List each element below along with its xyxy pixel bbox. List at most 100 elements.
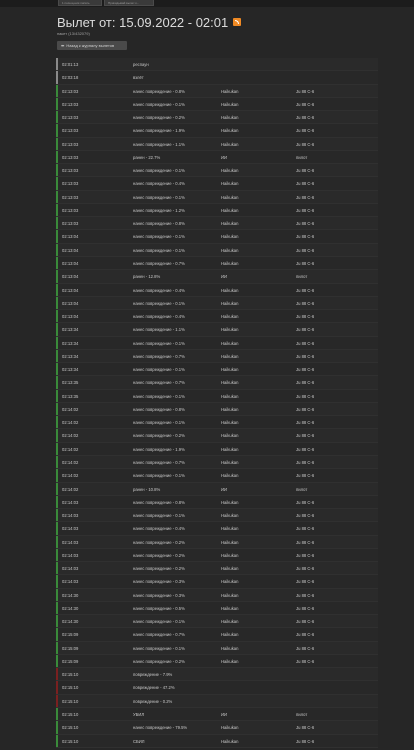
event-description: нанес повреждение - 0.4% <box>133 287 185 293</box>
event-time: 02:13:03 <box>62 194 79 200</box>
browser-tab[interactable]: 1 посещ-ния писать <box>58 0 102 6</box>
event-target: Ju 88 C-6 <box>296 194 315 200</box>
event-actor: Haikukan <box>221 433 239 439</box>
table-row: 02:14:03 нанес повреждение - 0.2% Haikukan… <box>56 548 378 563</box>
event-actor: Haikukan <box>221 380 239 386</box>
status-indicator <box>56 509 58 522</box>
table-row: 02:13:03 нанес повреждение - 0.4% Haikukan… <box>56 177 378 191</box>
table-row: 02:13:35 нанес повреждение - 0.1% Haikukan… <box>56 389 378 403</box>
table-row: 02:15:10 СБИЛ Haikukan Ju 88 C-6 <box>56 734 378 748</box>
browser-tab-strip: 1 посещ-ния писать Прикидывай вылет к... <box>0 0 414 7</box>
event-time: 02:14:02 <box>62 433 79 439</box>
event-description: нанес повреждение - 0.4% <box>133 181 185 187</box>
table-row: 02:15:10 повреждение - 7.9% <box>56 668 378 682</box>
event-target: Ju 88 C-6 <box>296 658 315 664</box>
table-row: 02:13:03 нанес повреждение - 1.2% Haikukan… <box>56 203 378 218</box>
event-target: Ju 88 C-6 <box>296 738 315 744</box>
event-actor: Haikukan <box>221 632 239 638</box>
status-indicator <box>56 243 58 256</box>
event-actor: Haikukan <box>221 234 239 240</box>
event-time: 02:15:10 <box>62 672 79 678</box>
table-row: 02:14:02 нанес повреждение - 0.1% Haikukan… <box>56 416 378 430</box>
event-time: 02:14:02 <box>62 406 79 412</box>
event-description: нанес повреждение - 0.8% <box>133 406 185 412</box>
event-time: 02:13:03 <box>62 168 79 174</box>
event-actor: Haikukan <box>221 115 239 121</box>
event-description: нанес повреждение - 0.2% <box>133 658 185 664</box>
event-time: 02:01:13 <box>62 62 79 67</box>
back-button[interactable]: ⬅ Назад к журналу вылетов <box>57 41 127 50</box>
table-row: 02:01:13 респаун <box>56 58 378 72</box>
table-row: 02:14:02 нанес повреждение - 0.1% Haikukan… <box>56 469 378 483</box>
status-indicator <box>56 97 58 111</box>
event-time: 02:13:04 <box>62 300 79 306</box>
table-row: 02:13:04 нанес повреждение - 0.4% Haikukan… <box>56 310 378 324</box>
event-description: ранен - 10.8% <box>133 486 161 492</box>
event-time: 02:13:34 <box>62 327 79 333</box>
event-time: 02:13:34 <box>62 353 79 359</box>
event-description: нанес повреждение - 0.7% <box>133 632 185 638</box>
table-row: 02:15:10 УБИЛ ИИ пилот <box>56 708 378 722</box>
event-description: нанес повреждение - 0.7% <box>133 459 185 465</box>
event-time: 02:14:03 <box>62 579 79 585</box>
table-row: 02:14:02 ранен - 10.8% ИИ пилот <box>56 482 378 496</box>
event-actor: Haikukan <box>221 725 239 731</box>
event-time: 02:13:34 <box>62 367 79 373</box>
table-row: 02:14:03 нанес повреждение - 0.8% Haikukan… <box>56 495 378 510</box>
status-indicator <box>56 376 58 389</box>
table-row: 02:15:10 повреждение - 47.2% <box>56 681 378 695</box>
event-actor: Haikukan <box>221 420 239 426</box>
event-actor: Haikukan <box>221 314 239 320</box>
event-actor: Haikukan <box>221 287 239 293</box>
event-target: Ju 88 C-6 <box>296 207 315 213</box>
status-indicator <box>56 124 58 137</box>
status-indicator <box>56 721 58 734</box>
event-time: 02:13:03 <box>62 101 79 107</box>
status-indicator <box>56 734 58 747</box>
event-description: нанес повреждение - 0.8% <box>133 221 185 227</box>
event-target: Ju 88 C-6 <box>296 725 315 731</box>
event-description: нанес повреждение - 0.5% <box>133 605 185 611</box>
event-target: Ju 88 C-6 <box>296 247 315 253</box>
event-target: Ju 88 C-6 <box>296 539 315 545</box>
table-row: 02:15:10 повреждение - 0.2% <box>56 694 378 709</box>
event-target: Ju 88 C-6 <box>296 552 315 558</box>
event-target: Ju 88 C-6 <box>296 287 315 293</box>
status-indicator <box>56 548 58 562</box>
browser-tab[interactable]: Прикидывай вылет к... <box>104 0 154 6</box>
event-target: Ju 88 C-6 <box>296 526 315 532</box>
table-row: 02:14:03 нанес повреждение - 0.2% Haikukan… <box>56 535 378 549</box>
event-description: нанес повреждение - 0.1% <box>133 420 185 426</box>
event-description: нанес повреждение - 0.4% <box>133 526 185 532</box>
event-target: Ju 88 C-6 <box>296 433 315 439</box>
event-description: нанес повреждение - 0.8% <box>133 499 185 505</box>
rss-icon[interactable] <box>233 18 242 26</box>
arrow-left-icon: ⬅ <box>61 43 65 48</box>
status-indicator <box>56 654 58 668</box>
table-row: 02:13:04 нанес повреждение - 0.1% Haikukan… <box>56 243 378 257</box>
table-row: 02:15:09 нанес повреждение - 0.7% Haikukan… <box>56 628 378 642</box>
event-time: 02:13:03 <box>62 207 79 213</box>
table-row: 02:14:02 нанес повреждение - 0.8% Haikukan… <box>56 402 378 417</box>
event-description: нанес повреждение - 0.2% <box>133 433 185 439</box>
status-indicator <box>56 694 58 708</box>
event-target: Ju 88 C-6 <box>296 181 315 187</box>
event-actor: Haikukan <box>221 221 239 227</box>
status-indicator <box>56 535 58 548</box>
status-indicator <box>56 310 58 323</box>
status-indicator <box>56 668 58 681</box>
status-indicator <box>56 482 58 495</box>
event-time: 02:13:04 <box>62 274 79 280</box>
event-actor: Haikukan <box>221 566 239 572</box>
event-target: Ju 88 C-6 <box>296 605 315 611</box>
event-actor: Haikukan <box>221 539 239 545</box>
event-description: нанес повреждение - 0.2% <box>133 566 185 572</box>
event-description: нанес повреждение - 0.2% <box>133 552 185 558</box>
status-indicator <box>56 495 58 509</box>
event-time: 02:13:04 <box>62 260 79 266</box>
event-description: нанес повреждение - 0.1% <box>133 101 185 107</box>
event-actor: Haikukan <box>221 579 239 585</box>
event-actor: ИИ <box>221 274 228 280</box>
event-target: Ju 88 C-6 <box>296 88 315 94</box>
event-actor: Haikukan <box>221 526 239 532</box>
